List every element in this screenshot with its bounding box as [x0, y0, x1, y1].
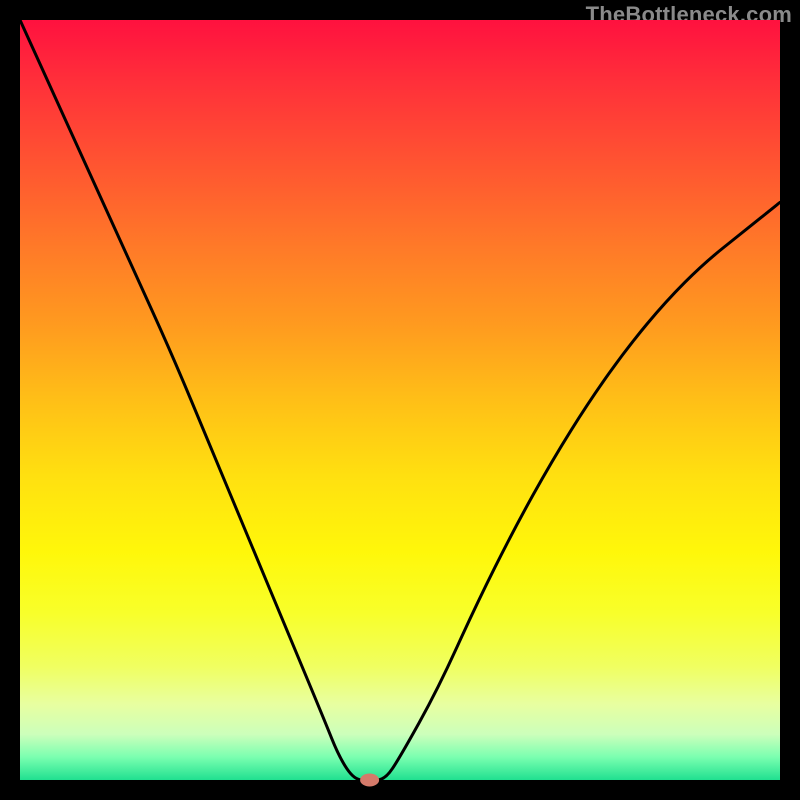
curve-svg — [20, 20, 780, 780]
optimum-marker — [361, 774, 379, 786]
bottleneck-curve — [20, 20, 780, 780]
chart-frame: TheBottleneck.com — [0, 0, 800, 800]
plot-area — [20, 20, 780, 780]
